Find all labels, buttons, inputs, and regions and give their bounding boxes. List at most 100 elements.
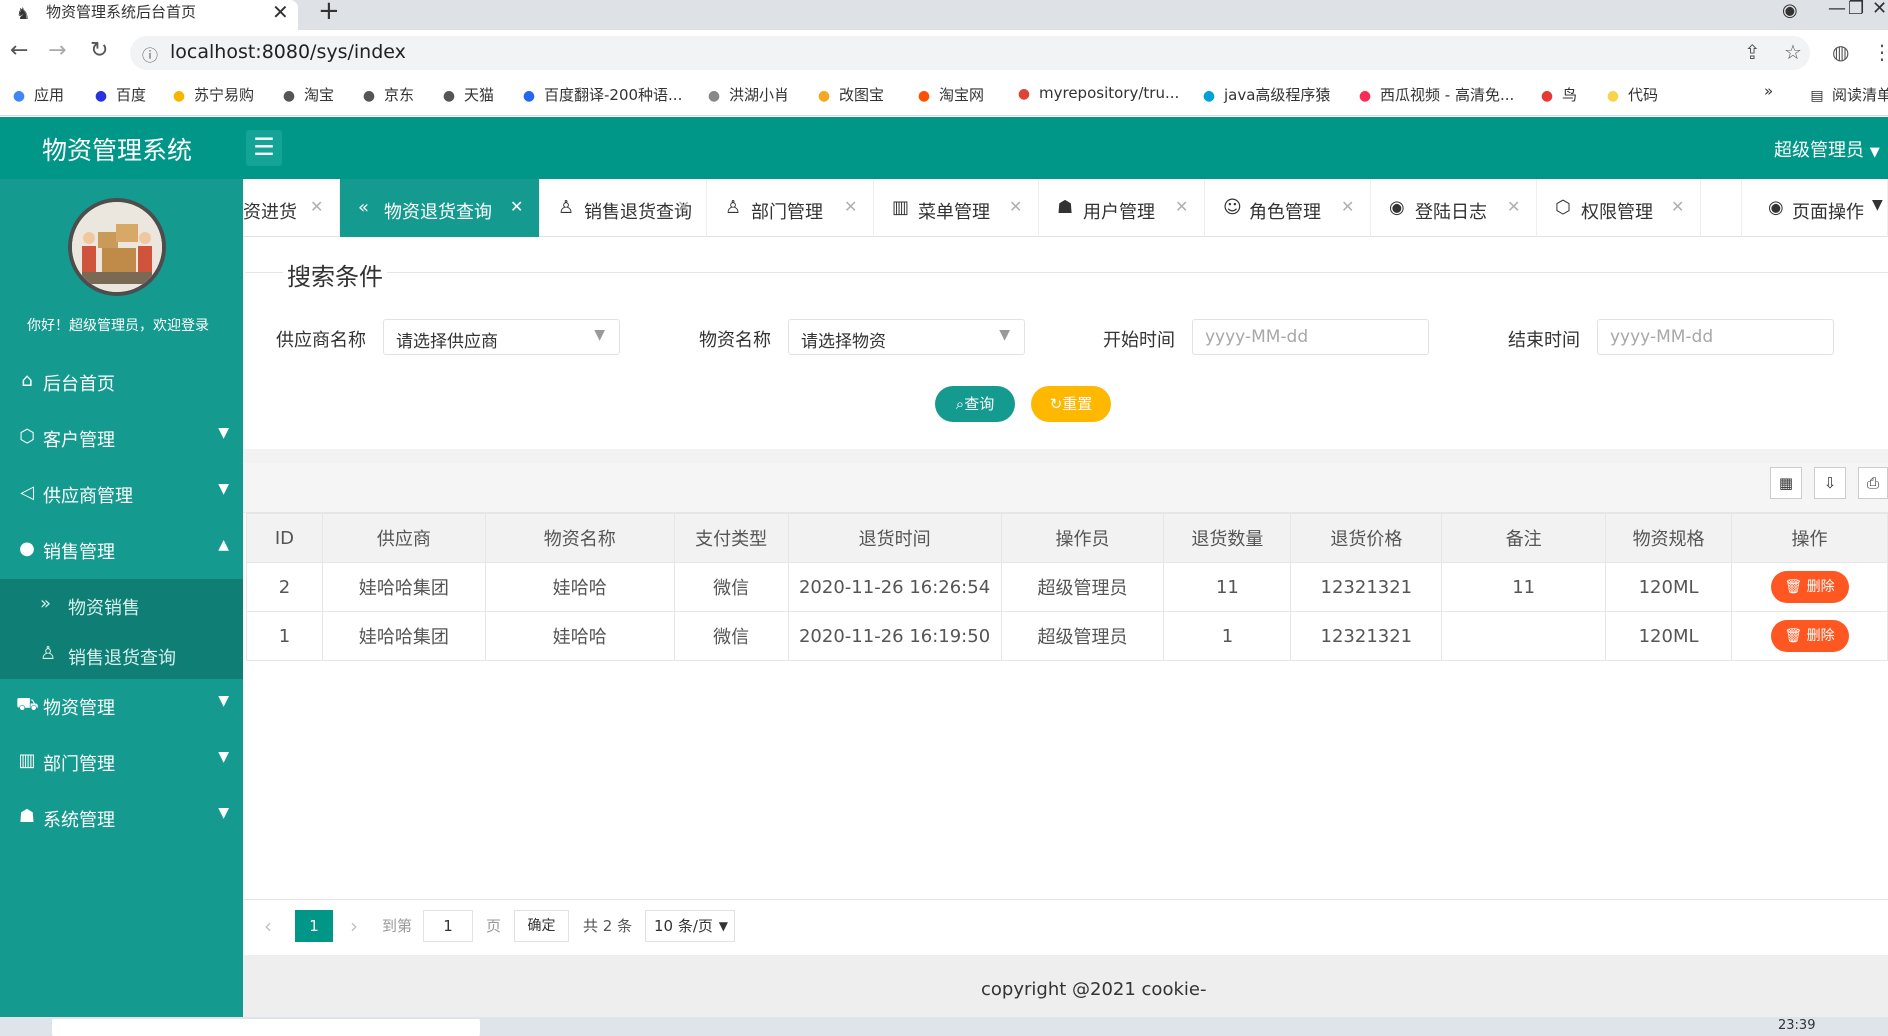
bookmark-item[interactable]: ● 百度翻译-200种语... — [520, 84, 682, 105]
close-icon[interactable]: ✕ — [677, 197, 690, 216]
column-header[interactable]: 备注 — [1441, 513, 1607, 563]
page-operations-menu[interactable]: ◉ 页面操作 ▼ — [1741, 179, 1888, 237]
bookmark-item[interactable]: ● 淘宝 — [280, 84, 334, 105]
bookmark-item[interactable]: ● java高级程序猿 — [1200, 84, 1331, 105]
bookmark-item[interactable]: ● 西瓜视频 - 高清免... — [1356, 84, 1514, 105]
page-tab[interactable]: ☺ 角色管理 ✕ — [1205, 179, 1371, 237]
export-button[interactable]: ⇩ — [1814, 467, 1846, 499]
share-icon[interactable]: ⇪ — [1744, 40, 1761, 64]
bookmark-item[interactable]: ● myrepository/tru... — [1015, 84, 1179, 102]
prev-page-icon[interactable]: ‹ — [264, 910, 272, 942]
bookmark-star-icon[interactable]: ☆ — [1784, 40, 1802, 64]
close-icon[interactable]: ✕ — [310, 197, 323, 216]
column-header[interactable]: 退货数量 — [1163, 513, 1292, 563]
bookmark-item[interactable]: ● 改图宝 — [815, 84, 884, 105]
profile-dropdown-icon[interactable]: ◉ — [1782, 0, 1798, 21]
profile-avatar-icon[interactable]: ◍ — [1832, 40, 1849, 64]
supplier-select[interactable]: 请选择供应商 ▼ — [383, 319, 620, 355]
bookmark-item[interactable]: ● 百度 — [92, 84, 146, 105]
sidebar-item[interactable]: ⌂ 后台首页 — [0, 356, 243, 410]
column-header[interactable]: 供应商 — [321, 513, 486, 563]
page-1-button[interactable]: 1 — [295, 910, 333, 942]
table-row: 2 娃哈哈集团 娃哈哈 微信 2020-11-26 16:26:54 超级管理员 11 123… — [246, 562, 1888, 612]
bookmarks-more-button[interactable]: » — [1764, 82, 1773, 100]
menu-toggle-icon[interactable]: ☰ — [246, 130, 282, 166]
page-tab[interactable]: ♙ 部门管理 ✕ — [707, 179, 874, 237]
columns-filter-button[interactable]: ▦ — [1770, 467, 1802, 499]
column-header[interactable]: ID — [246, 513, 323, 563]
bookmark-item[interactable]: ● 鸟 — [1538, 84, 1577, 105]
column-header[interactable]: 退货价格 — [1290, 513, 1443, 563]
bookmark-item[interactable]: ● 洪湖小肖 — [705, 84, 789, 105]
browser-tab[interactable]: ♞ 物资管理系统后台首页 ✕ — [0, 0, 298, 30]
bookmark-item[interactable]: ● 代码 — [1604, 84, 1658, 105]
sidebar-subitem[interactable]: ♙ 销售退货查询 — [0, 630, 243, 680]
sidebar-item[interactable]: ● 销售管理 ▲ — [0, 524, 243, 578]
table-row: 1 娃哈哈集团 娃哈哈 微信 2020-11-26 16:19:50 超级管理员 1 1232… — [246, 611, 1888, 661]
new-tab-button[interactable]: + — [318, 0, 340, 26]
bookmark-item[interactable]: ● 京东 — [360, 84, 414, 105]
query-button[interactable]: ⌕查询 — [935, 386, 1015, 422]
end-time-input[interactable]: yyyy-MM-dd — [1597, 319, 1834, 355]
column-header[interactable]: 支付类型 — [673, 513, 789, 563]
close-icon[interactable]: ✕ — [1671, 197, 1684, 216]
bilibili-icon: ● — [1202, 88, 1216, 104]
next-page-icon[interactable]: › — [350, 910, 358, 942]
close-tab-icon[interactable]: ✕ — [272, 0, 289, 24]
reading-list-button[interactable]: ▤ 阅读清单 — [1808, 84, 1888, 105]
url-text[interactable]: localhost:8080/sys/index — [170, 41, 406, 63]
bookmark-item[interactable]: ● 天猫 — [440, 84, 494, 105]
column-header[interactable]: 操作 — [1731, 513, 1888, 563]
close-icon[interactable]: ✕ — [1009, 197, 1022, 216]
close-icon[interactable]: ✕ — [1175, 197, 1188, 216]
reset-button[interactable]: ↻重置 — [1031, 386, 1111, 422]
close-icon[interactable]: ✕ — [510, 197, 523, 216]
site-info-icon[interactable]: ⓘ — [142, 42, 158, 66]
goto-page-input[interactable]: 1 — [423, 910, 473, 942]
bookmark-item[interactable]: ● 苏宁易购 — [170, 84, 254, 105]
maximize-button[interactable]: ❐ — [1848, 0, 1864, 19]
page-tab[interactable]: ▥ 菜单管理 ✕ — [874, 179, 1039, 237]
forward-button[interactable]: → — [48, 38, 66, 63]
start-time-placeholder: yyyy-MM-dd — [1205, 327, 1309, 347]
close-icon[interactable]: ✕ — [844, 197, 857, 216]
address-bar[interactable]: ⓘ localhost:8080/sys/index — [130, 36, 1810, 70]
column-header[interactable]: 物资规格 — [1605, 513, 1733, 563]
bookmark-item[interactable]: ● 淘宝网 — [915, 84, 984, 105]
goto-confirm-button[interactable]: 确定 — [514, 910, 569, 942]
page-tab[interactable]: ⬡ 权限管理 ✕ — [1537, 179, 1701, 237]
sidebar-item[interactable]: ⬡ 客户管理 ▼ — [0, 412, 243, 466]
chrome-menu-icon[interactable]: ⋮ — [1872, 40, 1888, 64]
page-tab[interactable]: ◉ 登陆日志 ✕ — [1371, 179, 1537, 237]
column-header[interactable]: 操作员 — [1000, 513, 1165, 563]
sidebar-subitem[interactable]: » 物资销售 — [0, 580, 243, 630]
back-button[interactable]: ← — [10, 38, 28, 63]
page-size-select[interactable]: 10 条/页 ▼ — [645, 910, 735, 942]
bookmark-label: 鸟 — [1562, 86, 1578, 104]
page-tab[interactable]: 资进货 ✕ — [243, 179, 340, 237]
delete-button[interactable]: 🗑 删除 — [1770, 620, 1849, 652]
goods-select[interactable]: 请选择物资 ▼ — [788, 319, 1025, 355]
sidebar-item[interactable]: ◁ 供应商管理 ▼ — [0, 468, 243, 522]
sidebar-item[interactable]: ▥ 部门管理 ▼ — [0, 736, 243, 790]
print-button[interactable]: ⎙ — [1858, 467, 1888, 499]
column-header[interactable]: 退货时间 — [787, 513, 1002, 563]
sidebar-item[interactable]: ☗ 系统管理 ▼ — [0, 792, 243, 846]
close-icon[interactable]: ✕ — [1507, 197, 1520, 216]
column-header[interactable]: 物资名称 — [484, 513, 675, 563]
taskbar-search-box[interactable] — [52, 1019, 480, 1036]
bookmark-item[interactable]: ● 应用 — [10, 84, 64, 105]
start-time-input[interactable]: yyyy-MM-dd — [1192, 319, 1429, 355]
page-tab[interactable]: ♙ 销售退货查询 ✕ — [540, 179, 707, 237]
page-tab[interactable]: ☗ 用户管理 ✕ — [1039, 179, 1205, 237]
reload-button[interactable]: ↻ — [90, 38, 108, 63]
close-window-button[interactable]: ✕ — [1872, 0, 1887, 19]
sidebar-item[interactable]: ⛟ 物资管理 ▼ — [0, 680, 243, 734]
close-icon[interactable]: ✕ — [1341, 197, 1354, 216]
page-tab[interactable]: « 物资退货查询 ✕ — [340, 179, 540, 237]
delete-button[interactable]: 🗑 删除 — [1770, 571, 1849, 603]
pager-divider — [243, 899, 1888, 900]
table-cell: 娃哈哈集团 — [321, 611, 486, 661]
user-menu[interactable]: 超级管理员 ▼ — [1774, 136, 1880, 162]
minimize-button[interactable]: — — [1828, 0, 1846, 19]
